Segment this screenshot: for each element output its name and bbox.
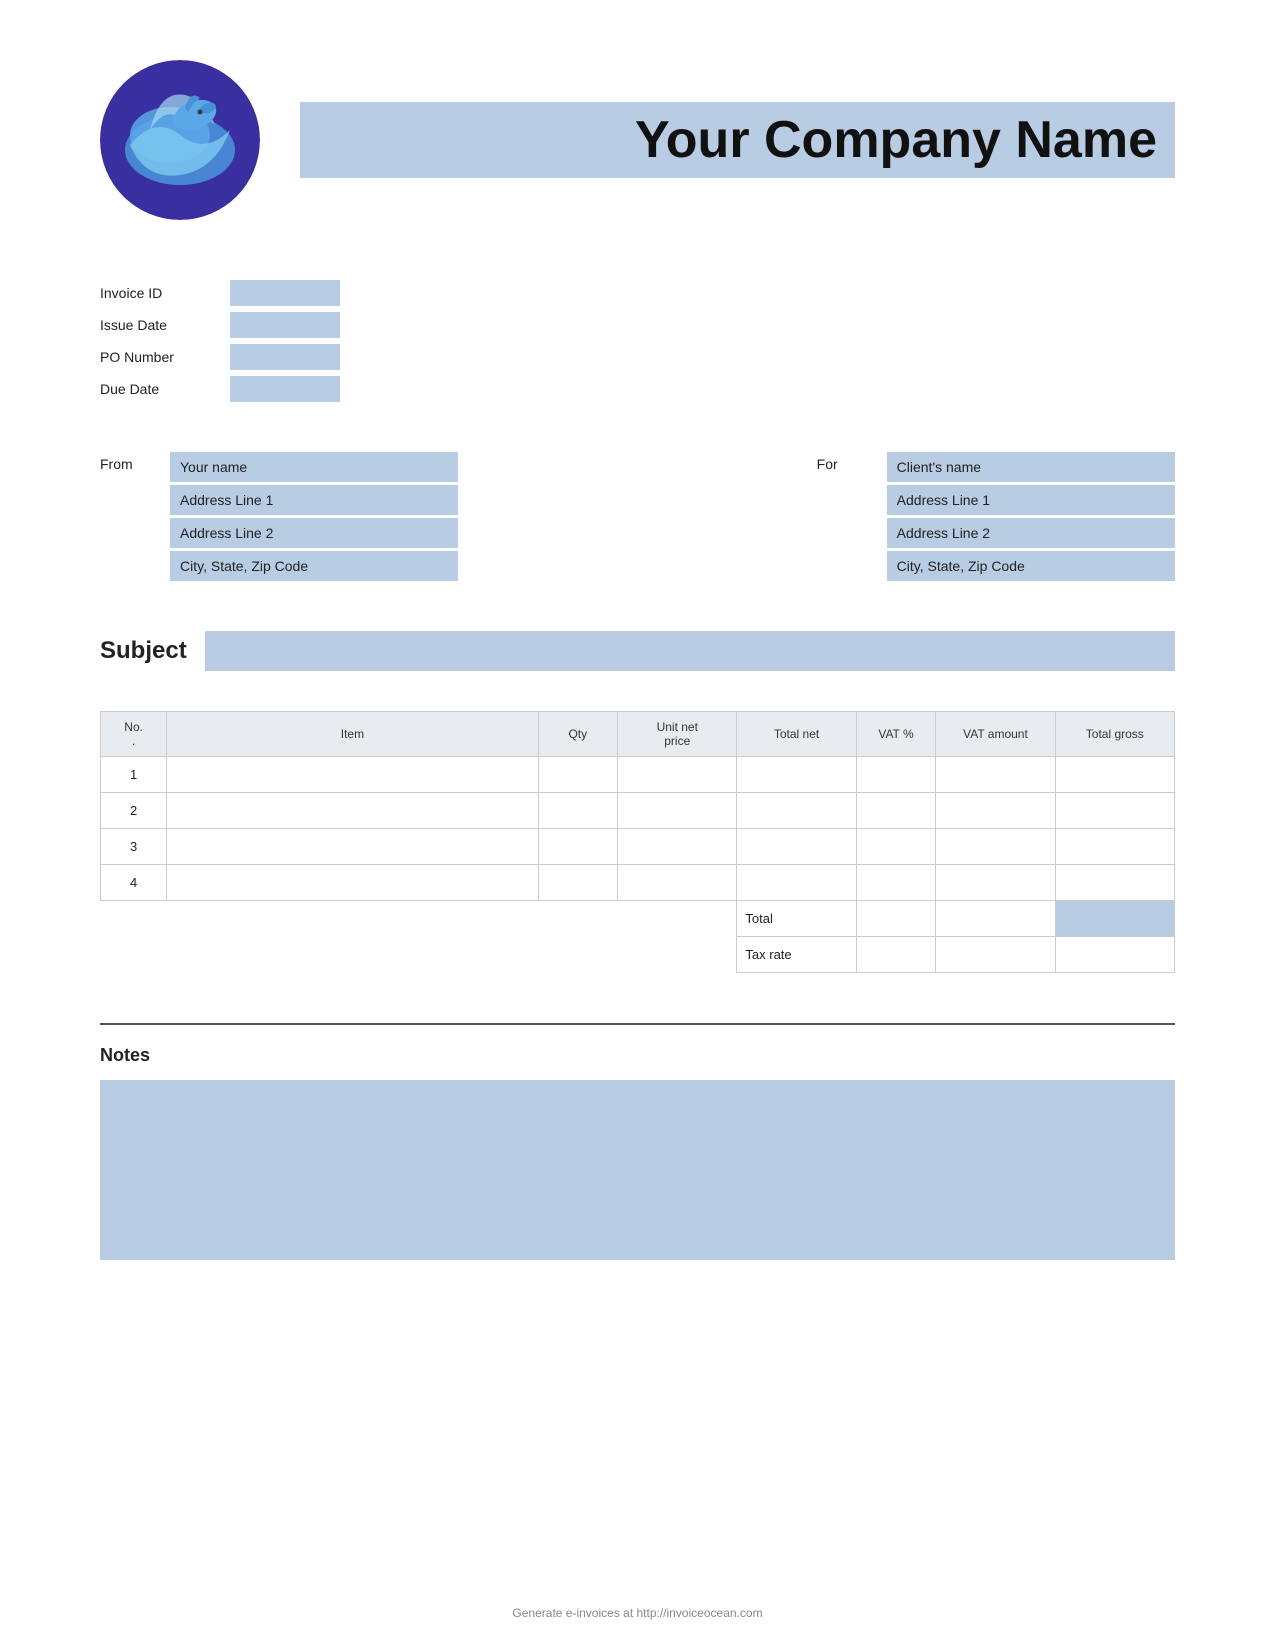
row1-vat[interactable] [856, 757, 936, 793]
tax-rate-label: Tax rate [737, 937, 856, 973]
row3-unit[interactable] [618, 829, 737, 865]
row1-total-net[interactable] [737, 757, 856, 793]
col-header-unit: Unit netprice [618, 712, 737, 757]
row2-vat[interactable] [856, 793, 936, 829]
table-row: 4 [101, 865, 1175, 901]
row2-total-net[interactable] [737, 793, 856, 829]
row2-no: 2 [101, 793, 167, 829]
row4-unit[interactable] [618, 865, 737, 901]
col-header-gross: Total gross [1055, 712, 1174, 757]
tax-rate-vat-pct[interactable] [856, 937, 936, 973]
invoice-id-label: Invoice ID [100, 285, 230, 301]
row1-gross[interactable] [1055, 757, 1174, 793]
table-header-row: No.. Item Qty Unit netprice Total net VA… [101, 712, 1175, 757]
notes-label: Notes [100, 1045, 1175, 1066]
row4-total-net[interactable] [737, 865, 856, 901]
row2-qty[interactable] [538, 793, 618, 829]
meta-row-issue-date: Issue Date [100, 312, 1175, 338]
table-row: 2 [101, 793, 1175, 829]
subject-section: Subject [100, 631, 1175, 671]
col-header-vat-amount: VAT amount [936, 712, 1055, 757]
row1-qty[interactable] [538, 757, 618, 793]
from-address2[interactable]: Address Line 2 [170, 518, 458, 548]
invoice-id-field[interactable] [230, 280, 340, 306]
col-header-no: No.. [101, 712, 167, 757]
row3-qty[interactable] [538, 829, 618, 865]
for-name[interactable]: Client's name [887, 452, 1175, 482]
subject-field[interactable] [205, 631, 1175, 671]
for-address1[interactable]: Address Line 1 [887, 485, 1175, 515]
row3-total-net[interactable] [737, 829, 856, 865]
table-row: 1 [101, 757, 1175, 793]
for-label: For [817, 452, 887, 472]
row3-vat-amt[interactable] [936, 829, 1055, 865]
col-header-item: Item [167, 712, 538, 757]
total-vat-pct[interactable] [856, 901, 936, 937]
col-header-qty: Qty [538, 712, 618, 757]
row2-unit[interactable] [618, 793, 737, 829]
notes-field[interactable] [100, 1080, 1175, 1260]
row4-qty[interactable] [538, 865, 618, 901]
row1-unit[interactable] [618, 757, 737, 793]
total-vat-amt[interactable] [936, 901, 1055, 937]
row4-vat-amt[interactable] [936, 865, 1055, 901]
invoice-table: No.. Item Qty Unit netprice Total net VA… [100, 711, 1175, 973]
row3-no: 3 [101, 829, 167, 865]
from-city[interactable]: City, State, Zip Code [170, 551, 458, 581]
footer: Generate e-invoices at http://invoiceoce… [0, 1606, 1275, 1620]
meta-row-due-date: Due Date [100, 376, 1175, 402]
notes-section: Notes [100, 1045, 1175, 1260]
row1-vat-amt[interactable] [936, 757, 1055, 793]
row4-item[interactable] [167, 865, 538, 901]
col-header-total-net: Total net [737, 712, 856, 757]
subject-label: Subject [100, 637, 187, 665]
row4-no: 4 [101, 865, 167, 901]
row3-item[interactable] [167, 829, 538, 865]
due-date-label: Due Date [100, 381, 230, 397]
total-gross[interactable] [1055, 901, 1174, 937]
addresses-section: From Your name Address Line 1 Address Li… [100, 452, 1175, 581]
footer-text: Generate e-invoices at http://invoiceoce… [512, 1606, 762, 1620]
meta-row-po-number: PO Number [100, 344, 1175, 370]
section-divider [100, 1023, 1175, 1025]
from-fields: Your name Address Line 1 Address Line 2 … [170, 452, 458, 581]
row3-vat[interactable] [856, 829, 936, 865]
from-name[interactable]: Your name [170, 452, 458, 482]
company-logo [100, 60, 260, 220]
tax-rate-gross[interactable] [1055, 937, 1174, 973]
meta-row-invoice-id: Invoice ID [100, 280, 1175, 306]
po-number-field[interactable] [230, 344, 340, 370]
total-row: Total [101, 901, 1175, 937]
tax-rate-vat-amt[interactable] [936, 937, 1055, 973]
row2-gross[interactable] [1055, 793, 1174, 829]
meta-section: Invoice ID Issue Date PO Number Due Date [100, 280, 1175, 402]
total-label: Total [737, 901, 856, 937]
for-fields: Client's name Address Line 1 Address Lin… [887, 452, 1175, 581]
company-name[interactable]: Your Company Name [300, 102, 1175, 178]
due-date-field[interactable] [230, 376, 340, 402]
row1-item[interactable] [167, 757, 538, 793]
row1-no: 1 [101, 757, 167, 793]
po-number-label: PO Number [100, 349, 230, 365]
header: Your Company Name [100, 60, 1175, 220]
for-address2[interactable]: Address Line 2 [887, 518, 1175, 548]
tax-rate-row: Tax rate [101, 937, 1175, 973]
for-city[interactable]: City, State, Zip Code [887, 551, 1175, 581]
from-block: From Your name Address Line 1 Address Li… [100, 452, 458, 581]
from-address1[interactable]: Address Line 1 [170, 485, 458, 515]
row2-item[interactable] [167, 793, 538, 829]
col-header-vat: VAT % [856, 712, 936, 757]
row4-vat[interactable] [856, 865, 936, 901]
row2-vat-amt[interactable] [936, 793, 1055, 829]
table-row: 3 [101, 829, 1175, 865]
invoice-page: Your Company Name Invoice ID Issue Date … [0, 0, 1275, 1650]
row4-gross[interactable] [1055, 865, 1174, 901]
row3-gross[interactable] [1055, 829, 1174, 865]
from-label: From [100, 452, 170, 472]
for-block: For Client's name Address Line 1 Address… [817, 452, 1175, 581]
issue-date-field[interactable] [230, 312, 340, 338]
issue-date-label: Issue Date [100, 317, 230, 333]
